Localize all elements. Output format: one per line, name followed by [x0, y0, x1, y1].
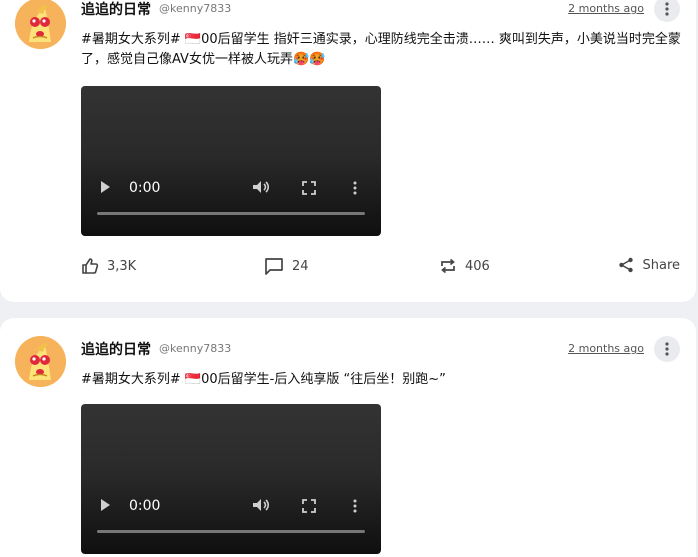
video-time: 0:00 — [129, 180, 161, 196]
like-button[interactable]: 3,3K — [81, 257, 136, 275]
repost-icon — [441, 258, 455, 274]
post-time-link[interactable]: 2 months ago — [568, 342, 644, 355]
post-header: 追追的日常 @kenny7833 2 months ago — [81, 336, 680, 362]
play-icon[interactable] — [98, 498, 112, 512]
more-vertical-icon — [665, 342, 669, 356]
author-handle[interactable]: @kenny7833 — [159, 342, 231, 355]
like-count: 3,3K — [107, 258, 137, 274]
video-progress-bar[interactable] — [97, 212, 365, 215]
comment-button[interactable]: 24 — [264, 257, 309, 275]
post-header: 追追的日常 @kenny7833 2 months ago — [81, 0, 680, 22]
thumbs-up-icon — [82, 258, 99, 274]
post-actions: 3,3K 24 406 Share — [81, 257, 680, 279]
author-handle[interactable]: @kenny7833 — [159, 2, 231, 15]
avatar[interactable] — [15, 0, 66, 49]
post-card: 追追的日常 @kenny7833 2 months ago #暑期女大系列# 🇸… — [0, 0, 696, 302]
volume-icon[interactable] — [252, 498, 270, 512]
post-time-link[interactable]: 2 months ago — [568, 2, 644, 15]
video-time: 0:00 — [129, 498, 161, 514]
more-options-button[interactable] — [654, 0, 680, 22]
video-player[interactable]: 0:00 — [81, 404, 381, 554]
post-feed: 追追的日常 @kenny7833 2 months ago #暑期女大系列# 🇸… — [0, 0, 698, 557]
post-card: 追追的日常 @kenny7833 2 months ago #暑期女大系列# 🇸… — [0, 318, 696, 557]
comment-icon — [265, 258, 283, 275]
video-more-icon[interactable] — [353, 181, 357, 195]
comment-count: 24 — [292, 258, 309, 274]
repost-button[interactable]: 406 — [439, 257, 490, 275]
fullscreen-icon[interactable] — [302, 499, 316, 513]
repost-count: 406 — [465, 258, 490, 274]
more-vertical-icon — [665, 2, 669, 16]
video-progress-bar[interactable] — [97, 530, 365, 533]
share-label: Share — [642, 257, 680, 273]
fullscreen-icon[interactable] — [302, 181, 316, 195]
share-icon — [619, 257, 634, 273]
video-player[interactable]: 0:00 — [81, 86, 381, 236]
author-name[interactable]: 追追的日常 — [81, 339, 151, 359]
video-more-icon[interactable] — [353, 499, 357, 513]
post-text: #暑期女大系列# 🇸🇬00后留学生 指奸三通实录，心理防线完全击溃…… 爽叫到失… — [81, 32, 681, 67]
post-text: #暑期女大系列# 🇸🇬00后留学生-后入纯享版 “往后坐！别跑~” — [81, 372, 446, 387]
play-icon[interactable] — [98, 180, 112, 194]
avatar[interactable] — [15, 336, 66, 387]
author-name[interactable]: 追追的日常 — [81, 0, 151, 19]
share-button[interactable]: Share — [618, 257, 680, 273]
volume-icon[interactable] — [252, 180, 270, 194]
more-options-button[interactable] — [654, 336, 680, 362]
